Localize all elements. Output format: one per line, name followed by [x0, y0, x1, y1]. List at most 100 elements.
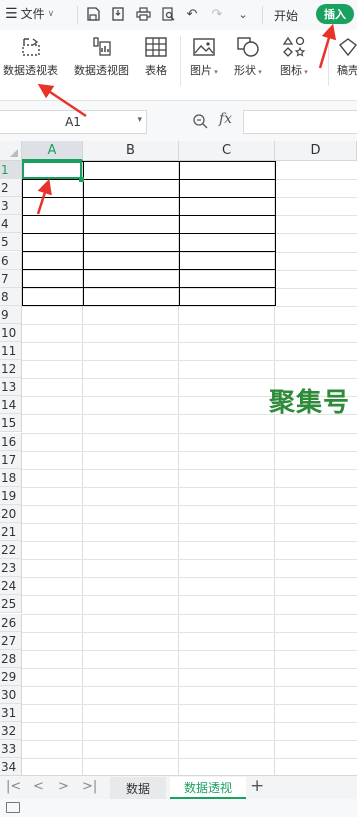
tab-start[interactable]: 开始: [274, 7, 298, 24]
zoom-icon[interactable]: [192, 113, 208, 133]
print-icon[interactable]: [135, 6, 151, 22]
row-header[interactable]: 34: [0, 758, 22, 775]
name-box[interactable]: A1 ▾: [0, 110, 147, 134]
row-header[interactable]: 3: [0, 197, 22, 216]
row-header[interactable]: 29: [0, 667, 22, 686]
picture-button[interactable]: 图片 ▾: [190, 36, 218, 78]
table-cell[interactable]: [179, 269, 276, 288]
table-cell[interactable]: [22, 179, 84, 198]
row-header[interactable]: 28: [0, 649, 22, 668]
fill-handle[interactable]: [79, 177, 84, 182]
redo-icon[interactable]: ↷: [209, 6, 225, 22]
table-cell[interactable]: [83, 287, 180, 306]
status-bar: [0, 799, 357, 817]
row-header[interactable]: 33: [0, 740, 22, 759]
last-sheet-icon[interactable]: >|: [82, 779, 97, 794]
status-icon[interactable]: [6, 802, 20, 813]
table-cell[interactable]: [83, 215, 180, 234]
sheet-tab-data[interactable]: 数据: [110, 777, 166, 799]
row-header[interactable]: 13: [0, 378, 22, 397]
pivot-chart-button[interactable]: 数据透视图: [74, 36, 129, 78]
row-header[interactable]: 24: [0, 577, 22, 596]
row-header[interactable]: 17: [0, 450, 22, 469]
column-header-a[interactable]: A: [22, 141, 83, 161]
row-header[interactable]: 11: [0, 342, 22, 360]
row-header[interactable]: 20: [0, 504, 22, 523]
row-header[interactable]: 19: [0, 486, 22, 505]
tab-insert[interactable]: 插入: [316, 4, 354, 24]
icon-library-button[interactable]: 图标 ▾: [280, 36, 308, 78]
print-preview-icon[interactable]: [160, 6, 176, 22]
next-sheet-icon[interactable]: >: [58, 779, 69, 794]
first-sheet-icon[interactable]: |<: [6, 779, 21, 794]
row-header[interactable]: 22: [0, 541, 22, 560]
table-cell[interactable]: [22, 251, 84, 270]
column-header-d[interactable]: D: [275, 141, 357, 161]
save-icon[interactable]: [85, 6, 101, 22]
table-cell[interactable]: [83, 269, 180, 288]
column-header-b[interactable]: B: [83, 141, 179, 161]
row-header[interactable]: 18: [0, 468, 22, 487]
column-header-c[interactable]: C: [179, 141, 275, 161]
selected-cell[interactable]: [22, 161, 82, 179]
table-cell[interactable]: [179, 251, 276, 270]
table-cell[interactable]: [179, 233, 276, 252]
row-header[interactable]: 9: [0, 305, 22, 324]
formula-input[interactable]: [243, 110, 357, 134]
export-icon[interactable]: [110, 6, 126, 22]
table-cell[interactable]: [83, 197, 180, 216]
row-header[interactable]: 6: [0, 251, 22, 270]
row-header[interactable]: 14: [0, 396, 22, 415]
row-header[interactable]: 12: [0, 360, 22, 379]
file-menu-button[interactable]: ☰ 文件 ∨: [5, 5, 54, 22]
pivot-table-button[interactable]: 数据透视表: [3, 36, 58, 78]
bordered-table[interactable]: [22, 161, 276, 306]
table-cell[interactable]: [22, 269, 84, 288]
row-header[interactable]: 25: [0, 595, 22, 614]
select-all-corner[interactable]: [0, 141, 22, 161]
row-header[interactable]: 2: [0, 179, 22, 198]
row-header[interactable]: 26: [0, 613, 22, 632]
table-cell[interactable]: [179, 197, 276, 216]
template-button[interactable]: 稿壳: [336, 36, 357, 78]
table-cell[interactable]: [22, 287, 84, 306]
table-cell[interactable]: [83, 179, 180, 198]
add-sheet-button[interactable]: +: [250, 776, 264, 796]
row-header[interactable]: 7: [0, 269, 22, 288]
row-header[interactable]: 10: [0, 323, 22, 342]
sheet-tab-pivot[interactable]: 数据透视: [170, 777, 246, 799]
row-header[interactable]: 30: [0, 685, 22, 704]
chevron-down-icon[interactable]: ▾: [137, 115, 142, 125]
table-cell[interactable]: [179, 161, 276, 180]
table-cell[interactable]: [83, 161, 180, 180]
prev-sheet-icon[interactable]: <: [33, 779, 44, 794]
table-cell[interactable]: [83, 233, 180, 252]
row-header[interactable]: 16: [0, 432, 22, 451]
table-cell[interactable]: [179, 287, 276, 306]
table-cell[interactable]: [83, 251, 180, 270]
table-cell[interactable]: [179, 215, 276, 234]
table-cell[interactable]: [22, 233, 84, 252]
row-header[interactable]: 15: [0, 414, 22, 433]
row-header[interactable]: 4: [0, 215, 22, 234]
shape-button[interactable]: 形状 ▾: [234, 36, 262, 78]
divider: [77, 6, 78, 24]
row-header[interactable]: 23: [0, 559, 22, 578]
row-header[interactable]: 27: [0, 631, 22, 650]
watermark: 聚集号: [269, 388, 351, 418]
table-cell[interactable]: [22, 197, 84, 216]
row-header[interactable]: 5: [0, 233, 22, 252]
table-cell[interactable]: [179, 179, 276, 198]
row-header[interactable]: 31: [0, 704, 22, 722]
gridline: [22, 523, 357, 524]
table-cell[interactable]: [22, 215, 84, 234]
row-header[interactable]: 32: [0, 722, 22, 741]
undo-icon[interactable]: ↶: [184, 6, 200, 22]
table-button[interactable]: 表格: [144, 36, 168, 78]
quick-access-dropdown-icon[interactable]: ⌄: [235, 6, 251, 22]
function-icon[interactable]: fx: [219, 111, 232, 127]
row-header[interactable]: 1: [0, 161, 22, 179]
spreadsheet-grid[interactable]: A B C D 1 2 3 4 5 6 7 8 9 10 11 12 13 14 15 16 17 18 19 20 2…: [0, 141, 357, 775]
row-header[interactable]: 21: [0, 523, 22, 541]
row-header[interactable]: 8: [0, 287, 22, 306]
